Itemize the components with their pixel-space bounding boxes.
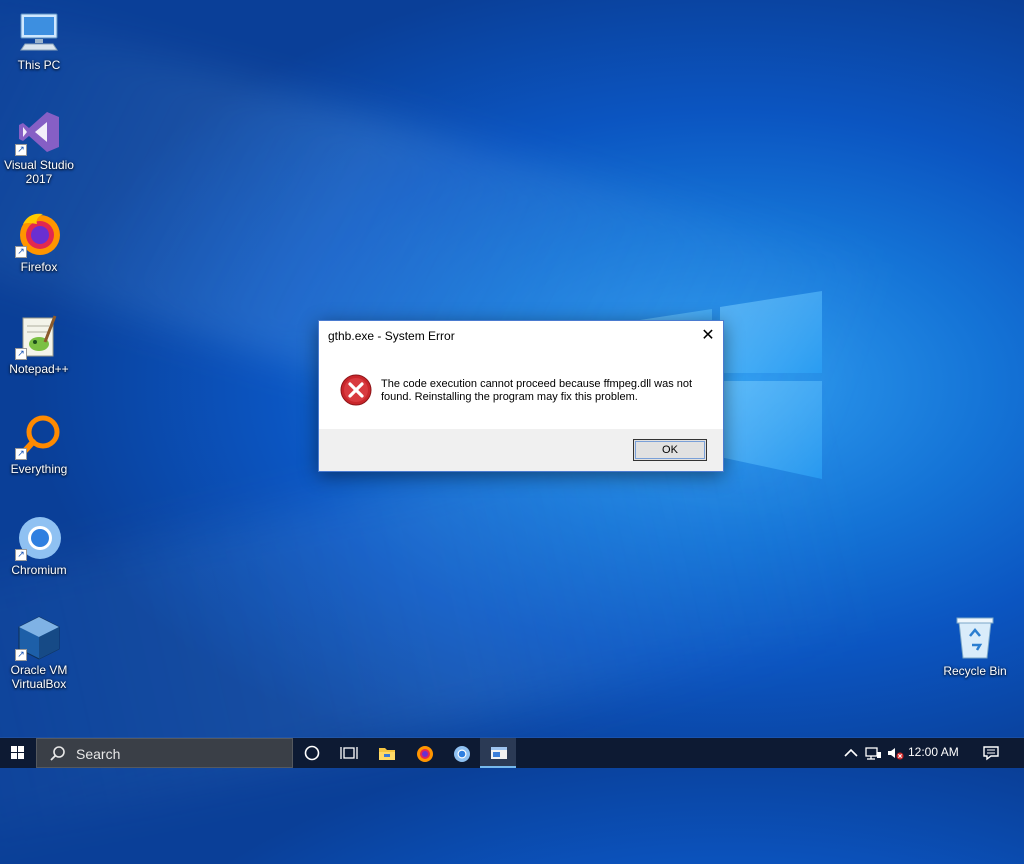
dialog-button-bar: OK [319,429,723,471]
virtualbox-icon: ↗ [15,613,63,661]
desktop-icon-label: Oracle VM [10,663,68,677]
recycle-bin-icon [951,614,999,662]
system-error-dialog: gthb.exe - System Error ✕ The code execu… [318,320,724,472]
shortcut-arrow-icon: ↗ [15,549,27,561]
search-box[interactable]: Search [36,738,293,768]
chromium-taskbar-button[interactable] [443,738,479,768]
shortcut-arrow-icon: ↗ [15,649,27,661]
visual-studio-icon: ↗ [15,108,63,156]
network-icon[interactable] [864,745,882,761]
window-icon [491,747,507,759]
dialog-title: gthb.exe - System Error [328,329,455,343]
dialog-message: The code execution cannot proceed becaus… [381,378,693,403]
notepad-plus-plus-icon: ↗ [15,312,63,360]
cortana-button[interactable] [294,738,330,768]
cortana-icon [304,745,320,761]
shortcut-arrow-icon: ↗ [15,348,27,360]
active-window-taskbar-button[interactable] [480,738,516,768]
task-view-icon [340,747,358,759]
search-icon [50,746,65,761]
chromium-icon: ↗ [15,513,63,561]
computer-icon [15,8,63,56]
desktop-icon-label: Firefox [20,260,58,274]
shortcut-arrow-icon: ↗ [15,448,27,460]
firefox-icon: ↗ [15,210,63,258]
desktop-icon-label: This PC [17,58,61,72]
start-button[interactable] [0,738,36,768]
desktop-icon-label: 2017 [25,172,53,186]
desktop-icon-label: Recycle Bin [943,664,1007,678]
desktop-icon-label: Everything [10,462,68,476]
desktop-icon-virtualbox[interactable]: ↗ Oracle VM VirtualBox [0,613,78,691]
desktop-icon-label: Notepad++ [9,362,69,376]
ok-button[interactable]: OK [633,439,707,461]
everything-search-icon: ↗ [15,412,63,460]
clock[interactable]: 12:00 AM [908,745,959,759]
desktop-icon-recycle-bin[interactable]: Recycle Bin [936,614,1014,678]
chevron-up-icon[interactable] [842,745,860,761]
taskbar: Search 12:00 AM [0,738,1024,768]
desktop-icon-chromium[interactable]: ↗ Chromium [0,513,78,577]
desktop-icon-label: VirtualBox [11,677,67,691]
notification-center-icon[interactable] [982,745,1000,761]
firefox-taskbar-button[interactable] [406,738,442,768]
volume-muted-icon[interactable] [886,745,904,761]
chromium-icon [454,746,470,762]
search-placeholder: Search [76,746,121,762]
folder-icon [379,748,395,760]
desktop-icon-label: Chromium [11,563,67,577]
desktop-icon-notepad-plus-plus[interactable]: ↗ Notepad++ [0,312,78,376]
desktop-icon-this-pc[interactable]: This PC [0,8,78,72]
task-view-button[interactable] [330,738,366,768]
desktop-icon-visual-studio[interactable]: ↗ Visual Studio 2017 [0,108,78,186]
file-explorer-button[interactable] [368,738,404,768]
shortcut-arrow-icon: ↗ [15,246,27,258]
windows-start-icon [11,746,24,759]
error-icon [340,374,372,406]
firefox-icon [417,746,433,762]
desktop-icon-firefox[interactable]: ↗ Firefox [0,210,78,274]
desktop-icon-everything[interactable]: ↗ Everything [0,412,78,476]
desktop-icon-label: Visual Studio [4,158,74,172]
shortcut-arrow-icon: ↗ [15,144,27,156]
dialog-close-button[interactable]: ✕ [693,321,723,349]
